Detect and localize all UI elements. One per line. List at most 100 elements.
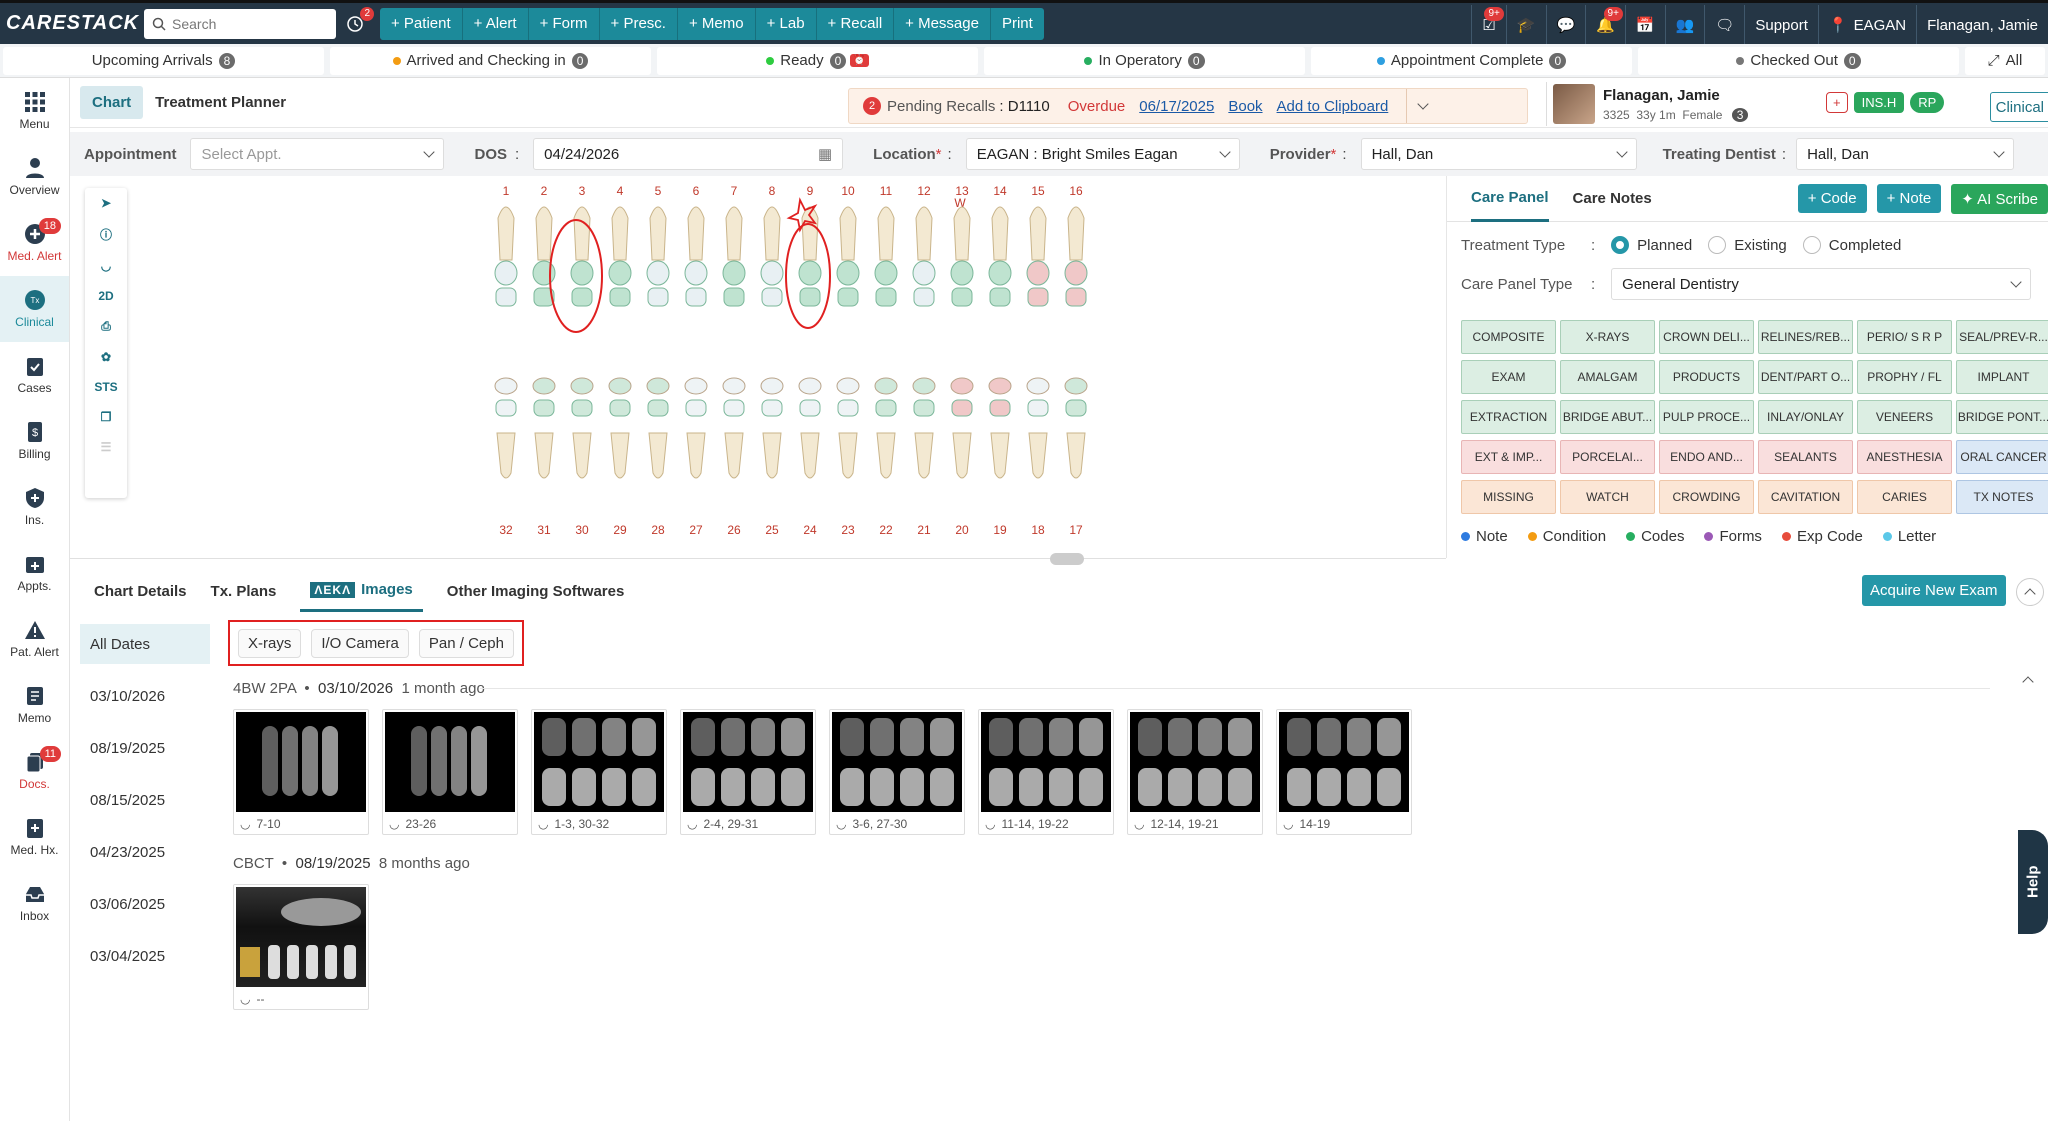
tooth-lower[interactable] [912, 377, 936, 479]
add-form-button[interactable]: + Form [529, 7, 600, 40]
procedure-button[interactable]: ORAL CANCER [1956, 440, 2048, 474]
procedure-button[interactable]: COMPOSITE [1461, 320, 1556, 354]
procedure-button[interactable]: CROWN DELI... [1659, 320, 1754, 354]
procedure-button[interactable]: SEAL/PREV-R... [1956, 320, 2048, 354]
tooth-lower[interactable] [1064, 377, 1088, 479]
procedure-button[interactable]: CARIES [1857, 480, 1952, 514]
tooth-lower[interactable] [570, 377, 594, 479]
existing-radio[interactable] [1708, 236, 1727, 254]
procedure-button[interactable]: WATCH [1560, 480, 1655, 514]
procedure-button[interactable]: PROPHY / FL [1857, 360, 1952, 394]
ins-h-badge[interactable]: INS.H [1853, 92, 1905, 113]
recall-expand-chevron-icon[interactable] [1406, 89, 1429, 123]
history-icon[interactable]: 2 [340, 6, 374, 39]
tooth-lower[interactable] [684, 377, 708, 479]
status-arrived[interactable]: Arrived and Checking in 0 [330, 46, 651, 75]
tooth-upper[interactable] [1064, 206, 1088, 307]
procedure-button[interactable]: X-RAYS [1560, 320, 1655, 354]
user-menu[interactable]: Flanagan, Jamie [1916, 4, 2048, 46]
procedure-button[interactable]: TX NOTES [1956, 480, 2048, 514]
tab-tx-plans[interactable]: Tx. Plans [211, 570, 277, 612]
procedure-button[interactable]: CROWDING [1659, 480, 1754, 514]
tab-treatment-planner[interactable]: Treatment Planner [143, 86, 298, 119]
add-lab-button[interactable]: + Lab [756, 7, 817, 40]
xray-thumbnail[interactable]: ◡ 1-3, 30-32 [531, 709, 667, 835]
copy-icon[interactable]: ❐ [101, 410, 112, 424]
nav-cases[interactable]: Cases [0, 342, 69, 408]
collapse-panel-button[interactable] [2016, 578, 2044, 606]
procedure-button[interactable]: EXT & IMP... [1461, 440, 1556, 474]
tooth-lower[interactable] [836, 377, 860, 479]
date-item[interactable]: 08/19/2025 [80, 722, 210, 774]
nav-inbox[interactable]: Inbox [0, 870, 69, 936]
tooth-upper[interactable] [760, 206, 784, 307]
tooth-upper[interactable] [912, 206, 936, 307]
tab-images[interactable]: ΛEKΛ Images [300, 570, 423, 612]
status-ready[interactable]: Ready 0 ⏰ [657, 46, 978, 75]
tooth-lower[interactable] [722, 377, 746, 479]
status-all-toggle[interactable]: ⤢ All [1965, 46, 2045, 75]
xray-thumbnail[interactable]: ◡ 14-19 [1276, 709, 1412, 835]
global-search-input[interactable]: Search [144, 8, 336, 39]
tooth-lower[interactable] [1026, 377, 1050, 479]
patient-card[interactable]: Flanagan, Jamie 3325 33y 1m Female 3 [1546, 82, 1816, 126]
procedure-button[interactable]: PORCELAI... [1560, 440, 1655, 474]
nav-patient-alert[interactable]: Pat. Alert [0, 606, 69, 672]
xray-thumbnail[interactable]: ◡ 2-4, 29-31 [680, 709, 816, 835]
add-to-clipboard-link[interactable]: Add to Clipboard [1277, 98, 1389, 115]
treating-dentist-select[interactable]: Hall, Dan [1796, 138, 2015, 170]
view-2d-button[interactable]: 2D [98, 289, 113, 303]
clinical-summary-button[interactable]: Clinical Summary [1990, 92, 2048, 122]
notifications-icon[interactable]: 🔔 9+ [1585, 4, 1625, 46]
nav-appointments[interactable]: Appts. [0, 540, 69, 606]
provider-select[interactable]: Hall, Dan [1360, 138, 1637, 170]
recall-date-link[interactable]: 06/17/2025 [1139, 98, 1214, 115]
status-checked-out[interactable]: Checked Out 0 [1638, 46, 1959, 75]
help-tab[interactable]: Help [2018, 830, 2048, 934]
add-patient-button[interactable]: + Patient [380, 7, 463, 40]
procedure-button[interactable]: RELINES/REB... [1758, 320, 1853, 354]
tasks-icon[interactable]: ☑ 9+ [1471, 4, 1505, 46]
chevron-up-icon[interactable] [2022, 676, 2034, 688]
nav-insurance[interactable]: Ins. [0, 474, 69, 540]
procedure-button[interactable]: INLAY/ONLAY [1758, 400, 1853, 434]
location-select[interactable]: EAGAN : Bright Smiles Eagan [965, 138, 1240, 170]
team-icon[interactable]: 👥 [1664, 4, 1705, 46]
date-item[interactable]: 03/10/2026 [80, 670, 210, 722]
xray-thumbnail[interactable]: ◡ 7-10 [233, 709, 369, 835]
chat-icon[interactable]: 💬 [1545, 4, 1586, 46]
care-panel-type-select[interactable]: General Dentistry [1611, 268, 2032, 300]
add-memo-button[interactable]: + Memo [678, 7, 756, 40]
filter-io-camera[interactable]: I/O Camera [311, 628, 409, 658]
calendar-icon[interactable]: 📅 [1624, 4, 1665, 46]
education-icon[interactable]: 🎓 [1505, 4, 1546, 46]
tooth-lower[interactable] [874, 377, 898, 479]
tooth-lower[interactable] [760, 377, 784, 479]
xray-thumbnail[interactable]: ◡ 23-26 [382, 709, 518, 835]
add-code-button[interactable]: + Code [1797, 184, 1867, 213]
xray-thumbnail[interactable]: ◡ 11-14, 19-22 [978, 709, 1114, 835]
settings-lines-icon[interactable]: ☰ [101, 440, 112, 454]
procedure-button[interactable]: ENDO AND... [1659, 440, 1754, 474]
procedure-button[interactable]: VENEERS [1857, 400, 1952, 434]
tooth-upper[interactable] [608, 206, 632, 307]
add-message-button[interactable]: + Message [894, 7, 991, 40]
date-item[interactable]: 04/23/2025 [80, 826, 210, 878]
add-note-button[interactable]: + Note [1876, 184, 1942, 213]
support-link[interactable]: Support [1744, 4, 1818, 46]
tooth-upper[interactable] [836, 206, 860, 307]
tab-chart[interactable]: Chart [80, 86, 144, 119]
nav-documents[interactable]: Docs. 11 [0, 738, 69, 804]
procedure-button[interactable]: DENT/PART O... [1758, 360, 1853, 394]
add-prescription-button[interactable]: + Presc. [600, 7, 678, 40]
tooth-upper[interactable] [646, 206, 670, 307]
tooth-lower[interactable] [646, 377, 670, 479]
tooth-chart[interactable]: 1 2 3 4 5 6 7 8 9 10 11 12 13 14 15 16 W 32 31 30 29 28 27 26… [480, 178, 1100, 548]
status-upcoming-arrivals[interactable]: Upcoming Arrivals 8 [3, 46, 324, 75]
tooth-upper[interactable] [950, 206, 974, 307]
planned-radio[interactable] [1611, 236, 1630, 254]
add-insurance-button[interactable]: + [1826, 92, 1848, 113]
tab-care-notes[interactable]: Care Notes [1573, 176, 1652, 222]
print-button[interactable]: Print [991, 8, 1044, 40]
completed-radio[interactable] [1802, 236, 1821, 254]
